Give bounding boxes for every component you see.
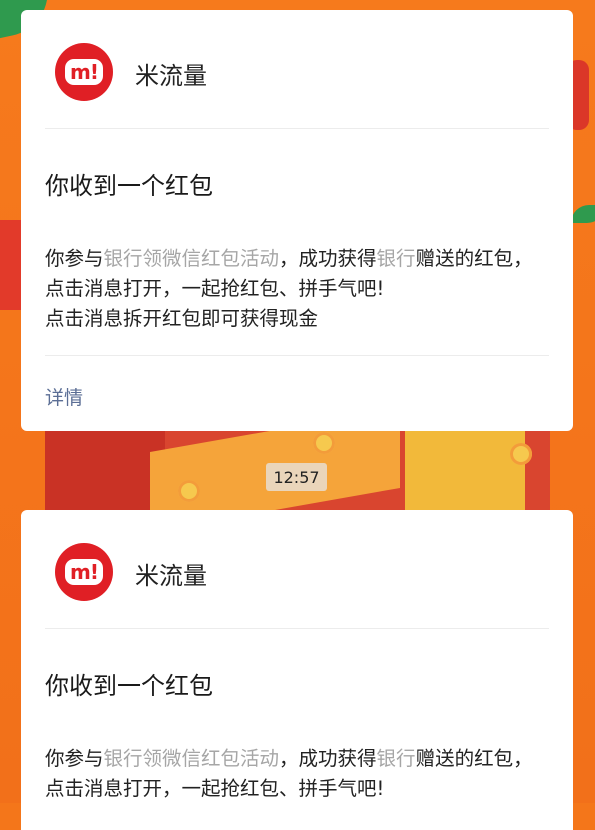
timestamp: 12:57 [266,463,327,491]
divider [45,128,549,129]
flower-decoration [313,432,335,454]
figure-collar [405,425,525,520]
figure-sleeve [45,425,165,520]
highlight-bank: 银行 [376,247,416,270]
flower-decoration [510,443,532,465]
highlight-activity: 银行领微信红包活动 [103,247,280,270]
app-logo-icon: m! [55,43,113,101]
body-text: 你参与 [45,747,104,770]
body-text: 你参与 [45,247,104,270]
app-name: 米流量 [135,62,207,90]
logo-mark: m! [65,559,103,585]
message-card[interactable]: m! 米流量 你收到一个红包 你参与银行领微信红包活动，成功获得银行赠送的红包，… [21,510,573,830]
flower-decoration [178,480,200,502]
message-body: 你参与银行领微信红包活动，成功获得银行赠送的红包，点击消息打开，一起抢红包、拼手… [45,244,549,334]
divider [45,628,549,629]
logo-mark: m! [65,59,103,85]
highlight-bank: 银行 [376,747,416,770]
body-text: ，成功获得 [279,247,377,270]
divider [45,355,549,356]
message-title: 你收到一个红包 [45,672,213,700]
body-line-2: 点击消息拆开红包即可获得现金 [45,307,319,330]
message-body: 你参与银行领微信红包活动，成功获得银行赠送的红包，点击消息打开，一起抢红包、拼手… [45,744,549,804]
app-logo-icon: m! [55,543,113,601]
message-card[interactable]: m! 米流量 你收到一个红包 你参与银行领微信红包活动，成功获得银行赠送的红包，… [21,10,573,431]
message-title: 你收到一个红包 [45,172,213,200]
details-link[interactable]: 详情 [45,383,83,410]
app-name: 米流量 [135,562,207,590]
highlight-activity: 银行领微信红包活动 [103,747,280,770]
body-text: ，成功获得 [279,747,377,770]
